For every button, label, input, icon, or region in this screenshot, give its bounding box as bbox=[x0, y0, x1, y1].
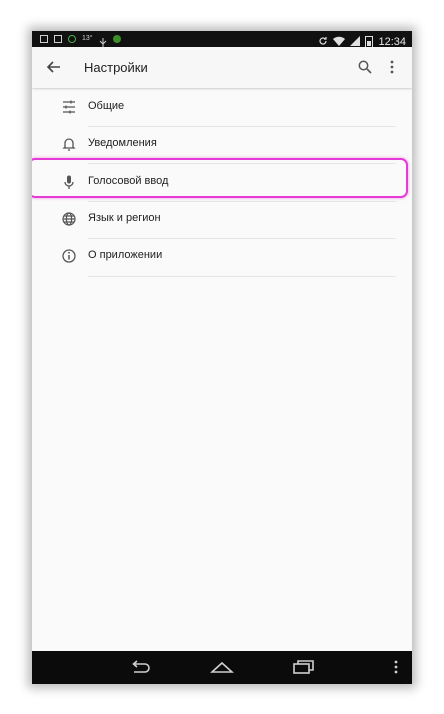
settings-item-label: Общие bbox=[88, 100, 125, 112]
notification-icons: 13° bbox=[40, 34, 121, 47]
mail-icon bbox=[54, 34, 62, 43]
green-app-icon bbox=[112, 34, 121, 43]
tune-icon bbox=[61, 99, 77, 115]
nav-home-icon[interactable] bbox=[209, 659, 235, 675]
app-bar: Настройки bbox=[32, 47, 412, 88]
settings-item-language-region[interactable]: Язык и регион bbox=[32, 201, 412, 238]
mic-icon bbox=[61, 174, 77, 190]
settings-item-about[interactable]: О приложении bbox=[32, 238, 412, 275]
back-arrow-icon[interactable] bbox=[45, 58, 63, 76]
device-screen: 13° 12:34 Настройки Общие Уведомления Го… bbox=[32, 31, 412, 684]
bell-icon bbox=[61, 136, 77, 152]
navigation-bar bbox=[32, 651, 412, 684]
info-icon bbox=[61, 248, 77, 264]
settings-item-voice-input[interactable]: Голосовой ввод bbox=[32, 158, 412, 201]
globe-icon bbox=[61, 211, 77, 227]
settings-item-label: Голосовой ввод bbox=[88, 175, 169, 187]
nav-recents-icon[interactable] bbox=[291, 659, 315, 675]
temperature-text: 13° bbox=[82, 35, 93, 42]
page-title: Настройки bbox=[84, 60, 148, 75]
circle-icon bbox=[68, 34, 76, 43]
settings-item-general[interactable]: Общие bbox=[32, 89, 412, 126]
settings-item-label: Язык и регион bbox=[88, 212, 161, 224]
nav-menu-icon[interactable] bbox=[392, 659, 400, 675]
divider bbox=[88, 276, 396, 277]
status-bar: 13° 12:34 bbox=[32, 31, 412, 48]
search-icon[interactable] bbox=[357, 59, 373, 75]
more-vert-icon[interactable] bbox=[384, 59, 400, 75]
nav-back-icon[interactable] bbox=[128, 659, 152, 675]
usb-icon bbox=[99, 34, 107, 47]
image-icon bbox=[40, 34, 48, 43]
settings-item-label: О приложении bbox=[88, 249, 163, 261]
settings-item-label: Уведомления bbox=[88, 137, 157, 149]
